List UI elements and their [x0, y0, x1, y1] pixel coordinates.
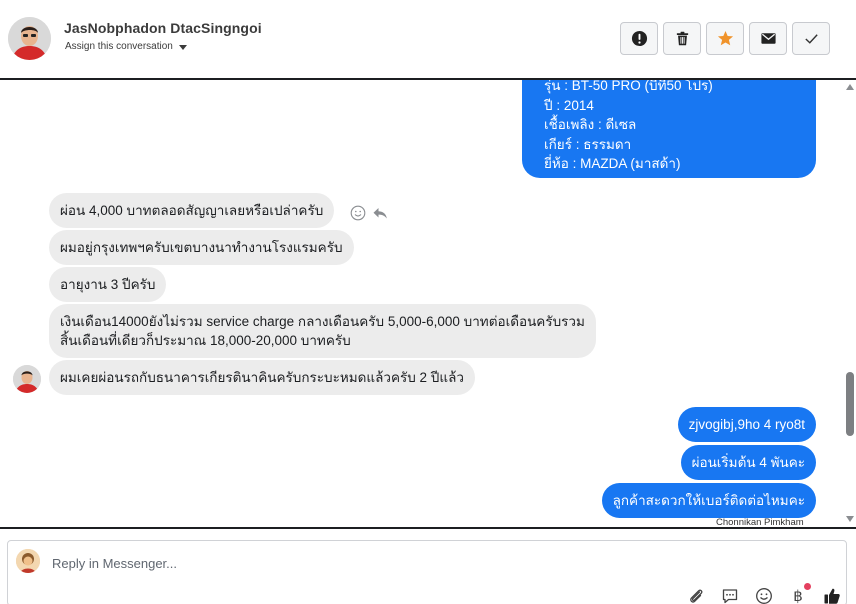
reply-arrow-icon[interactable] — [372, 205, 388, 221]
attachment-icon — [690, 589, 703, 603]
header-actions — [620, 22, 830, 55]
vehicle-gear-line: เกียร์ : ธรรมดา — [544, 136, 632, 152]
incoming-message: ผ่อน 4,000 บาทตลอดสัญญาเลยหรือเปล่าครับ — [49, 193, 335, 228]
delete-button[interactable] — [663, 22, 701, 55]
payment-button[interactable]: ฿ — [788, 583, 811, 604]
contact-avatar-small[interactable] — [13, 365, 41, 393]
reply-composer: ฿ — [0, 527, 856, 604]
sender-name-label: Chonnikan Pimkham — [716, 517, 804, 527]
saved-replies-button[interactable] — [720, 586, 740, 604]
composer-toolbar: ฿ — [686, 583, 842, 604]
mark-done-button[interactable] — [792, 22, 830, 55]
outgoing-vehicle-info-bubble: รุ่น : BT-50 PRO (บีที50 โปร) ปี : 2014 … — [522, 80, 816, 178]
reply-input[interactable] — [52, 554, 652, 572]
scroll-up-arrow-icon[interactable] — [846, 84, 854, 90]
mark-spam-button[interactable] — [620, 22, 658, 55]
incoming-message: อายุงาน 3 ปีครับ — [49, 267, 167, 302]
outgoing-message: ผ่อนเริ่มต้น 4 พันคะ — [680, 445, 816, 480]
mark-unread-button[interactable] — [749, 22, 787, 55]
alert-icon — [631, 30, 647, 47]
react-emoji-icon[interactable] — [350, 205, 366, 221]
star-icon — [717, 30, 733, 46]
message-line: เงินเดือน14000ยังไม่รวม service charge ก… — [60, 314, 585, 329]
check-icon — [804, 34, 818, 44]
envelope-icon — [760, 33, 776, 44]
assign-conversation-dropdown[interactable]: Assign this conversation — [65, 41, 187, 52]
star-button[interactable] — [706, 22, 744, 55]
message-thread[interactable]: รุ่น : BT-50 PRO (บีที50 โปร) ปี : 2014 … — [0, 80, 846, 527]
emoji-button[interactable] — [754, 586, 774, 604]
thread-scrollbar[interactable] — [844, 80, 856, 527]
notification-dot — [804, 583, 811, 590]
caret-down-icon — [178, 44, 187, 50]
send-like-button[interactable] — [822, 586, 842, 604]
incoming-message-multiline: เงินเดือน14000ยังไม่รวม service charge ก… — [49, 304, 596, 358]
attach-file-button[interactable] — [686, 586, 706, 604]
trash-icon — [676, 31, 688, 46]
saved-reply-icon — [722, 589, 738, 604]
message-hover-tools — [350, 205, 388, 221]
vehicle-year-line: ปี : 2014 — [544, 97, 594, 113]
emoji-icon — [756, 588, 772, 604]
vehicle-brand-line: ยี่ห้อ : MAZDA (มาสด้า) — [544, 156, 681, 171]
baht-payment-icon: ฿ — [793, 587, 803, 604]
outgoing-message: ลูกค้าสะดวกให้เบอร์ติดต่อไหมคะ — [601, 483, 816, 518]
vehicle-model-line: รุ่น : BT-50 PRO (บีที50 โปร) — [544, 80, 713, 93]
assign-conversation-label: Assign this conversation — [65, 41, 173, 52]
scroll-down-arrow-icon[interactable] — [846, 516, 854, 522]
scrollbar-thumb[interactable] — [846, 372, 854, 436]
vehicle-fuel-line: เชื้อเพลิง : ดีเซล — [544, 117, 637, 132]
message-line: สิ้นเดือนที่เดียวก็ประมาณ 18,000-20,000 … — [60, 333, 351, 348]
outgoing-message: zjvogibj,9ho 4 ryo8t — [677, 407, 816, 442]
incoming-message: ผมอยู่กรุงเทพฯครับเขตบางนาทำงานโรงแรมครั… — [49, 230, 354, 265]
contact-name: JasNobphadon DtacSingngoi — [64, 20, 262, 36]
conversation-header: JasNobphadon DtacSingngoi Assign this co… — [0, 0, 856, 80]
like-icon — [824, 588, 840, 604]
incoming-message: ผมเคยผ่อนรถกับธนาคารเกียรตินาคินครับกระบ… — [49, 360, 475, 395]
agent-avatar — [16, 549, 40, 573]
contact-avatar[interactable] — [8, 17, 51, 60]
